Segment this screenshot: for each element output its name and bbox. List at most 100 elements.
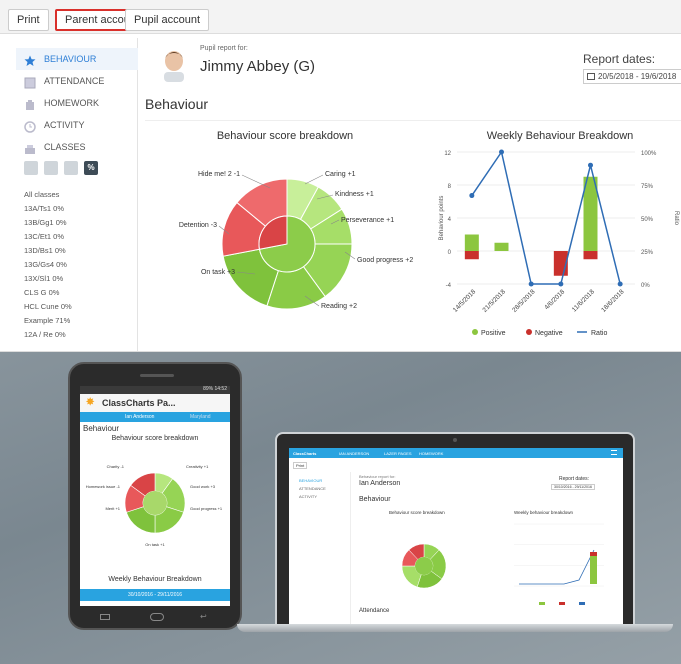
main-content: Pupil report for: Jimmy Abbey (G) Report… bbox=[145, 38, 681, 351]
x-tick-label: 28/5/2018 bbox=[511, 288, 537, 314]
y2-tick-label: 75% bbox=[641, 184, 654, 190]
list-item[interactable]: 13C/Et1 0% bbox=[24, 230, 138, 244]
pie-label: Hide me! 2 -1 bbox=[198, 171, 240, 178]
report-for-label: Pupil report for: bbox=[200, 45, 248, 52]
laptop-print-button[interactable]: Print bbox=[293, 462, 308, 469]
remove-icon[interactable] bbox=[44, 161, 58, 175]
laptop-side-item[interactable]: ATTENDANCE bbox=[299, 486, 326, 491]
laptop-weekly-title: Weekly behaviour breakdown bbox=[514, 510, 573, 515]
sidebar-item-homework[interactable]: HOMEWORK bbox=[16, 92, 138, 114]
ratio-point bbox=[499, 149, 504, 155]
add-icon[interactable] bbox=[24, 161, 38, 175]
avatar bbox=[159, 48, 189, 82]
pie-label: Perseverance +1 bbox=[341, 217, 394, 224]
y2-axis-label: Ratio bbox=[673, 211, 679, 226]
y2-tick-label: 0% bbox=[641, 283, 650, 289]
laptop-nav-item[interactable]: HOMEWORK bbox=[419, 451, 443, 456]
list-item[interactable]: 13D/Bs1 0% bbox=[24, 244, 138, 258]
recent-apps-icon[interactable] bbox=[100, 614, 110, 620]
laptop-ratio-line bbox=[519, 549, 595, 585]
laptop-legend-swatch bbox=[539, 602, 545, 605]
phone-status-bar: 89% 14:52 bbox=[80, 386, 230, 394]
weekly-chart: -4 0 4 8 12 0% 25% 50% 75% 100% Behaviour points Ra… bbox=[439, 149, 679, 337]
report-dates-label: Report dates: bbox=[583, 52, 656, 66]
phone-pie: Charity -1 Creativity +1 Homework issue -1… bbox=[86, 464, 223, 547]
back-icon[interactable]: ↩ bbox=[200, 612, 207, 621]
homework-icon bbox=[24, 97, 36, 110]
date-range-picker[interactable]: 20/5/2018 - 19/6/2018 bbox=[583, 69, 681, 84]
legend-negative-swatch bbox=[526, 329, 532, 335]
pupil-name: Jimmy Abbey (G) bbox=[200, 58, 316, 75]
pie-label: Good progress +2 bbox=[357, 257, 413, 264]
bar-negative bbox=[464, 251, 479, 260]
pie-chart-title: Behaviour score breakdown bbox=[216, 130, 354, 142]
legend-positive: Positive bbox=[481, 330, 506, 337]
bar-positive bbox=[494, 242, 509, 251]
phone-pie-label: Good work +3 bbox=[190, 484, 216, 489]
list-item[interactable]: 13X/Sl1 0% bbox=[24, 272, 138, 286]
bar-positive bbox=[464, 234, 479, 251]
phone-tab-left[interactable]: Ian Anderson bbox=[125, 414, 154, 420]
pie-chart: Hide me! 2 -1 Caring +1 Kindness +1 Perseve… bbox=[179, 171, 413, 310]
ratio-point bbox=[528, 281, 534, 287]
pie-leader bbox=[304, 174, 324, 185]
list-item[interactable]: 13A/Ts1 0% bbox=[24, 202, 138, 216]
laptop-nav-item[interactable]: LAZER PAGES bbox=[384, 451, 412, 456]
user-icon[interactable] bbox=[64, 161, 78, 175]
phone-pie-label: Good progress +1 bbox=[190, 506, 223, 511]
y-tick-label: -4 bbox=[446, 283, 452, 289]
menu-icon[interactable] bbox=[611, 450, 617, 455]
section-title: Behaviour bbox=[145, 96, 209, 112]
laptop-screen: ClassCharts IAN ANDERSON LAZER PAGES HOM… bbox=[289, 448, 623, 626]
class-list: All classes 13A/Ts1 0% 13B/Gg1 0% 13C/Et… bbox=[24, 188, 138, 342]
print-button[interactable]: Print bbox=[8, 9, 49, 31]
laptop-report-dates-label: Report dates: bbox=[559, 476, 590, 482]
phone-pie-center bbox=[143, 491, 167, 515]
list-item[interactable]: 13G/Gs4 0% bbox=[24, 258, 138, 272]
list-item[interactable]: All classes bbox=[24, 188, 138, 202]
list-item[interactable]: CLS G 0% bbox=[24, 286, 138, 300]
legend-negative: Negative bbox=[535, 330, 563, 337]
sidebar-item-attendance[interactable]: ATTENDANCE bbox=[16, 70, 138, 92]
pie-label: Reading +2 bbox=[321, 303, 357, 310]
laptop-bar bbox=[590, 552, 597, 556]
phone-screen: 89% 14:52 ✸ ClassCharts Pa... Ian Anders… bbox=[80, 386, 230, 606]
y-tick-label: 0 bbox=[448, 250, 452, 256]
laptop-date-picker[interactable]: 30/10/2016 - 29/11/2016 bbox=[551, 484, 595, 490]
list-item[interactable]: Example 71% bbox=[24, 314, 138, 328]
home-icon[interactable] bbox=[150, 613, 164, 621]
y-tick-label: 8 bbox=[448, 184, 452, 190]
register-icon bbox=[24, 75, 36, 89]
list-item[interactable]: 13B/Gg1 0% bbox=[24, 216, 138, 230]
phone-pie-label: Charity -1 bbox=[107, 464, 125, 469]
star-icon bbox=[24, 53, 36, 66]
sidebar-item-activity[interactable]: ACTIVITY bbox=[16, 114, 138, 136]
pie-label: On task +3 bbox=[201, 269, 235, 276]
list-item[interactable]: 12A / Re 0% bbox=[24, 328, 138, 342]
laptop-nav-item[interactable]: IAN ANDERSON bbox=[339, 451, 369, 456]
sidebar-item-behaviour[interactable]: BEHAVIOUR bbox=[16, 48, 138, 70]
pie-label: Caring +1 bbox=[325, 171, 356, 178]
legend-ratio: Ratio bbox=[591, 330, 607, 337]
laptop-side-item[interactable]: BEHAVIOUR bbox=[299, 478, 322, 483]
classes-icon bbox=[24, 141, 36, 154]
laptop-device: ClassCharts IAN ANDERSON LAZER PAGES HOM… bbox=[275, 432, 635, 632]
percent-toggle[interactable]: % bbox=[84, 161, 98, 175]
pie-label: Detention -3 bbox=[179, 222, 217, 229]
y2-tick-label: 50% bbox=[641, 217, 654, 223]
pupil-account-button[interactable]: Pupil account bbox=[125, 9, 210, 31]
bar-negative bbox=[583, 251, 598, 260]
laptop-base bbox=[237, 624, 673, 632]
list-item[interactable]: HCL Cune 0% bbox=[24, 300, 138, 314]
phone-tab-right[interactable]: Maryland bbox=[190, 414, 211, 420]
laptop-side-item[interactable]: ACTIVITY bbox=[299, 494, 317, 499]
ratio-point bbox=[588, 162, 593, 168]
sidebar-item-classes[interactable]: CLASSES bbox=[16, 136, 138, 158]
y-tick-label: 4 bbox=[448, 217, 452, 223]
laptop-legend-swatch bbox=[579, 602, 585, 605]
classcharts-logo-icon: ✸ bbox=[86, 397, 95, 408]
phone-device: 89% 14:52 ✸ ClassCharts Pa... Ian Anders… bbox=[68, 362, 242, 630]
x-tick-label: 4/6/2018 bbox=[543, 288, 566, 311]
legend-positive-swatch bbox=[472, 329, 478, 335]
calendar-icon bbox=[587, 73, 595, 80]
